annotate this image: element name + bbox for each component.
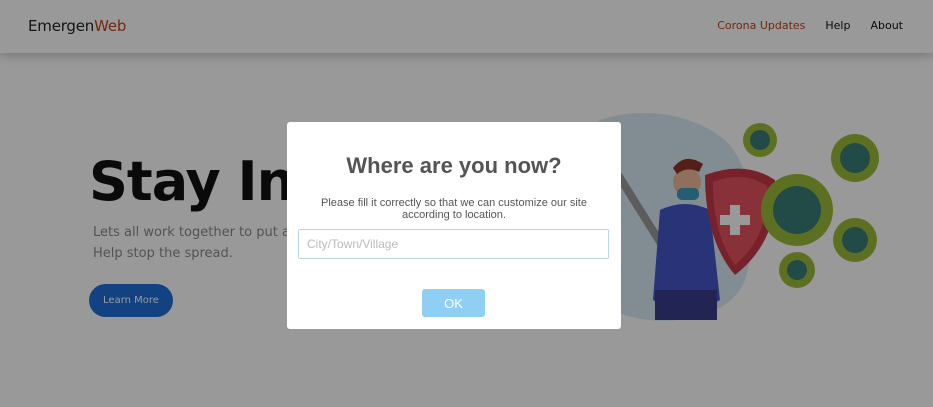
modal-title: Where are you now? [346,153,562,178]
location-modal: Where are you now? Please fill it correc… [287,122,621,329]
modal-text: Please fill it correctly so that we can … [321,197,587,221]
ok-button[interactable]: OK [422,289,485,317]
location-input[interactable] [298,229,609,259]
